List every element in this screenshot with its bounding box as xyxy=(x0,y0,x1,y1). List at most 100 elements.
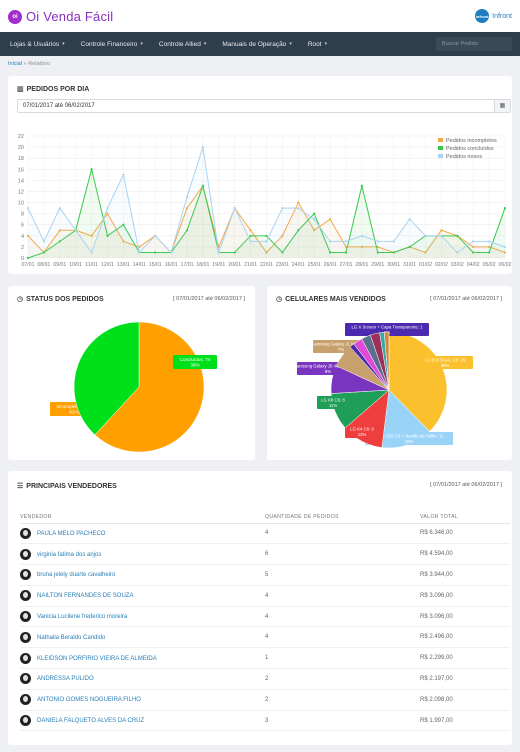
data-point xyxy=(313,212,316,215)
x-tick-label: 06/02 xyxy=(499,262,512,268)
brand-name: Infront xyxy=(492,12,512,20)
list-icon: ☰ xyxy=(17,483,24,490)
legend-swatch xyxy=(438,138,443,142)
column-header-total[interactable]: VALOR TOTAL xyxy=(420,511,510,524)
data-point xyxy=(217,251,220,254)
nav-root[interactable]: Root ▾ xyxy=(300,41,335,48)
avatar xyxy=(20,694,31,706)
table-row: PAULA MELO PACHECO 4 R$ 6.346,00 xyxy=(20,523,510,545)
data-point xyxy=(424,234,427,237)
seller-name[interactable]: bruna jelely duarte cavalheiro xyxy=(37,573,115,579)
data-point xyxy=(408,218,411,221)
app-logo[interactable]: oi Oi Venda Fácil xyxy=(8,9,113,24)
data-point xyxy=(440,229,443,232)
breadcrumb-separator: » xyxy=(23,61,27,67)
breadcrumb-home-link[interactable]: Inicial xyxy=(8,61,22,67)
oi-logo-icon: oi xyxy=(8,9,22,24)
data-point xyxy=(154,234,157,237)
data-point xyxy=(281,206,284,210)
seller-name-cell[interactable]: Nathalia Beraldo Candido xyxy=(20,626,265,649)
legend-swatch xyxy=(438,146,443,150)
seller-qty: 1 xyxy=(265,647,420,670)
panel-title: ☰ PRINCIPAIS VENDEDORES xyxy=(17,482,117,491)
seller-name[interactable]: ANDRESSA PULIDO xyxy=(37,677,94,683)
x-tick-label: 17/01 xyxy=(181,262,194,268)
chevron-down-icon: ▾ xyxy=(62,41,65,47)
x-tick-label: 14/01 xyxy=(133,262,146,268)
y-tick-label: 4 xyxy=(21,234,24,240)
column-header-qty[interactable]: QUANTIDADE DE PEDIDOS xyxy=(265,511,420,524)
nav-label: Root xyxy=(307,40,322,48)
seller-qty: 6 xyxy=(265,543,420,566)
seller-total: R$ 4.594,00 xyxy=(420,543,510,566)
data-point xyxy=(329,240,332,243)
seller-name-cell[interactable]: Vanicia Lucilene frederico moreira xyxy=(20,606,265,628)
pie-label-percent: 15% xyxy=(405,439,414,444)
seller-name[interactable]: Nathalia Beraldo Candido xyxy=(37,635,105,641)
seller-name-cell[interactable]: PAULA MELO PACHECO xyxy=(20,523,265,545)
chevron-down-icon: ▾ xyxy=(140,41,143,47)
data-point xyxy=(360,184,363,188)
x-tick-label: 19/01 xyxy=(212,262,225,268)
seller-name-cell[interactable]: bruna jelely duarte cavalheiro xyxy=(20,564,265,586)
seller-qty: 4 xyxy=(265,626,420,649)
seller-qty: 4 xyxy=(265,606,420,628)
table-row: DANIELA FALQUETO ALVES DA CRUZ 3 R$ 1.997,… xyxy=(20,710,510,732)
legend-label: Pedidos incompletos xyxy=(446,138,497,144)
data-point xyxy=(360,234,363,237)
data-point xyxy=(456,234,459,237)
data-point xyxy=(376,240,379,243)
seller-name[interactable]: NAILTON FERNANDES DE SOUZA xyxy=(37,593,133,599)
column-header-seller[interactable]: VENDEDOR xyxy=(20,511,265,524)
seller-name[interactable]: PAULA MELO PACHECO xyxy=(37,531,105,537)
y-tick-label: 18 xyxy=(18,156,24,162)
pie-label: LG K4 C6: 9 xyxy=(350,427,374,432)
pie-label: LG X Screen + Capa Transparente: 1 xyxy=(351,325,423,330)
seller-name[interactable]: ANTONIO GOMES NOGUEIRA FILHO xyxy=(37,697,141,703)
data-point xyxy=(122,173,125,176)
data-point xyxy=(249,240,252,243)
table-row: Vanicia Lucilene frederico moreira 4 R$ 3.… xyxy=(20,606,510,628)
seller-name[interactable]: KLEIDSON PORFIRIO VIEIRA DE ALMEIDA xyxy=(37,656,157,662)
nav-controle-financeiro[interactable]: Controle Financeiro ▾ xyxy=(73,41,151,48)
legend-label: Pedidos concluídos xyxy=(446,146,494,152)
avatar xyxy=(20,611,31,623)
seller-total: R$ 3.096,00 xyxy=(420,585,510,607)
table-row: KLEIDSON PORFIRIO VIEIRA DE ALMEIDA 1 R$ 2… xyxy=(20,647,510,670)
x-tick-label: 02/02 xyxy=(435,262,448,268)
seller-name-cell[interactable]: ANDRESSA PULIDO xyxy=(20,668,265,690)
phones-pie-chart: LG K10 DUAL C6: 2938% Moto G5S C6 + Bastã… xyxy=(294,323,473,449)
x-tick-label: 16/01 xyxy=(165,262,178,268)
seller-name-cell[interactable]: virginia fatima dos anjos xyxy=(20,543,265,566)
chevron-down-icon: ▾ xyxy=(289,41,292,47)
data-point xyxy=(249,229,252,232)
top-sellers-panel: ☰ PRINCIPAIS VENDEDORES [ 07/01/2017 até… xyxy=(8,471,512,745)
seller-name-cell[interactable]: KLEIDSON PORFIRIO VIEIRA DE ALMEIDA xyxy=(20,647,265,670)
seller-name[interactable]: Vanicia Lucilene frederico moreira xyxy=(37,614,127,620)
seller-total: R$ 2.098,00 xyxy=(420,689,510,711)
y-tick-label: 20 xyxy=(18,145,24,151)
pie-label-percent: 11% xyxy=(329,403,337,408)
y-tick-label: 6 xyxy=(21,223,24,229)
data-point xyxy=(329,218,332,221)
top-header: oi Oi Venda Fácil infront Infront xyxy=(0,0,520,32)
nav-lojas-usuarios[interactable]: Lojas & Usuários ▾ xyxy=(0,41,73,48)
nav-manuais-operacao[interactable]: Manuais de Operação ▾ xyxy=(214,41,299,48)
pie-label-percent: 38% xyxy=(190,363,199,368)
x-tick-label: 25/01 xyxy=(308,262,321,268)
seller-name[interactable]: DANIELA FALQUETO ALVES DA CRUZ xyxy=(37,718,144,724)
seller-total: R$ 1.997,00 xyxy=(420,710,510,732)
seller-name-cell[interactable]: ANTONIO GOMES NOGUEIRA FILHO xyxy=(20,689,265,711)
x-tick-label: 13/01 xyxy=(117,262,130,268)
seller-name-cell[interactable]: DANIELA FALQUETO ALVES DA CRUZ xyxy=(20,710,265,732)
search-input[interactable]: Buscar Pedido xyxy=(436,37,512,51)
seller-qty: 4 xyxy=(265,523,420,545)
y-tick-label: 2 xyxy=(21,245,24,251)
seller-name-cell[interactable]: NAILTON FERNANDES DE SOUZA xyxy=(20,585,265,607)
nav-label: Controle Allied xyxy=(158,40,201,48)
status-pie-chart: Incompletos: 12062%Concluídos: 7438% xyxy=(50,321,217,453)
nav-controle-allied[interactable]: Controle Allied ▾ xyxy=(151,41,214,48)
x-tick-label: 18/01 xyxy=(196,262,209,268)
x-tick-label: 05/02 xyxy=(483,262,496,268)
seller-name[interactable]: virginia fatima dos anjos xyxy=(37,552,101,558)
